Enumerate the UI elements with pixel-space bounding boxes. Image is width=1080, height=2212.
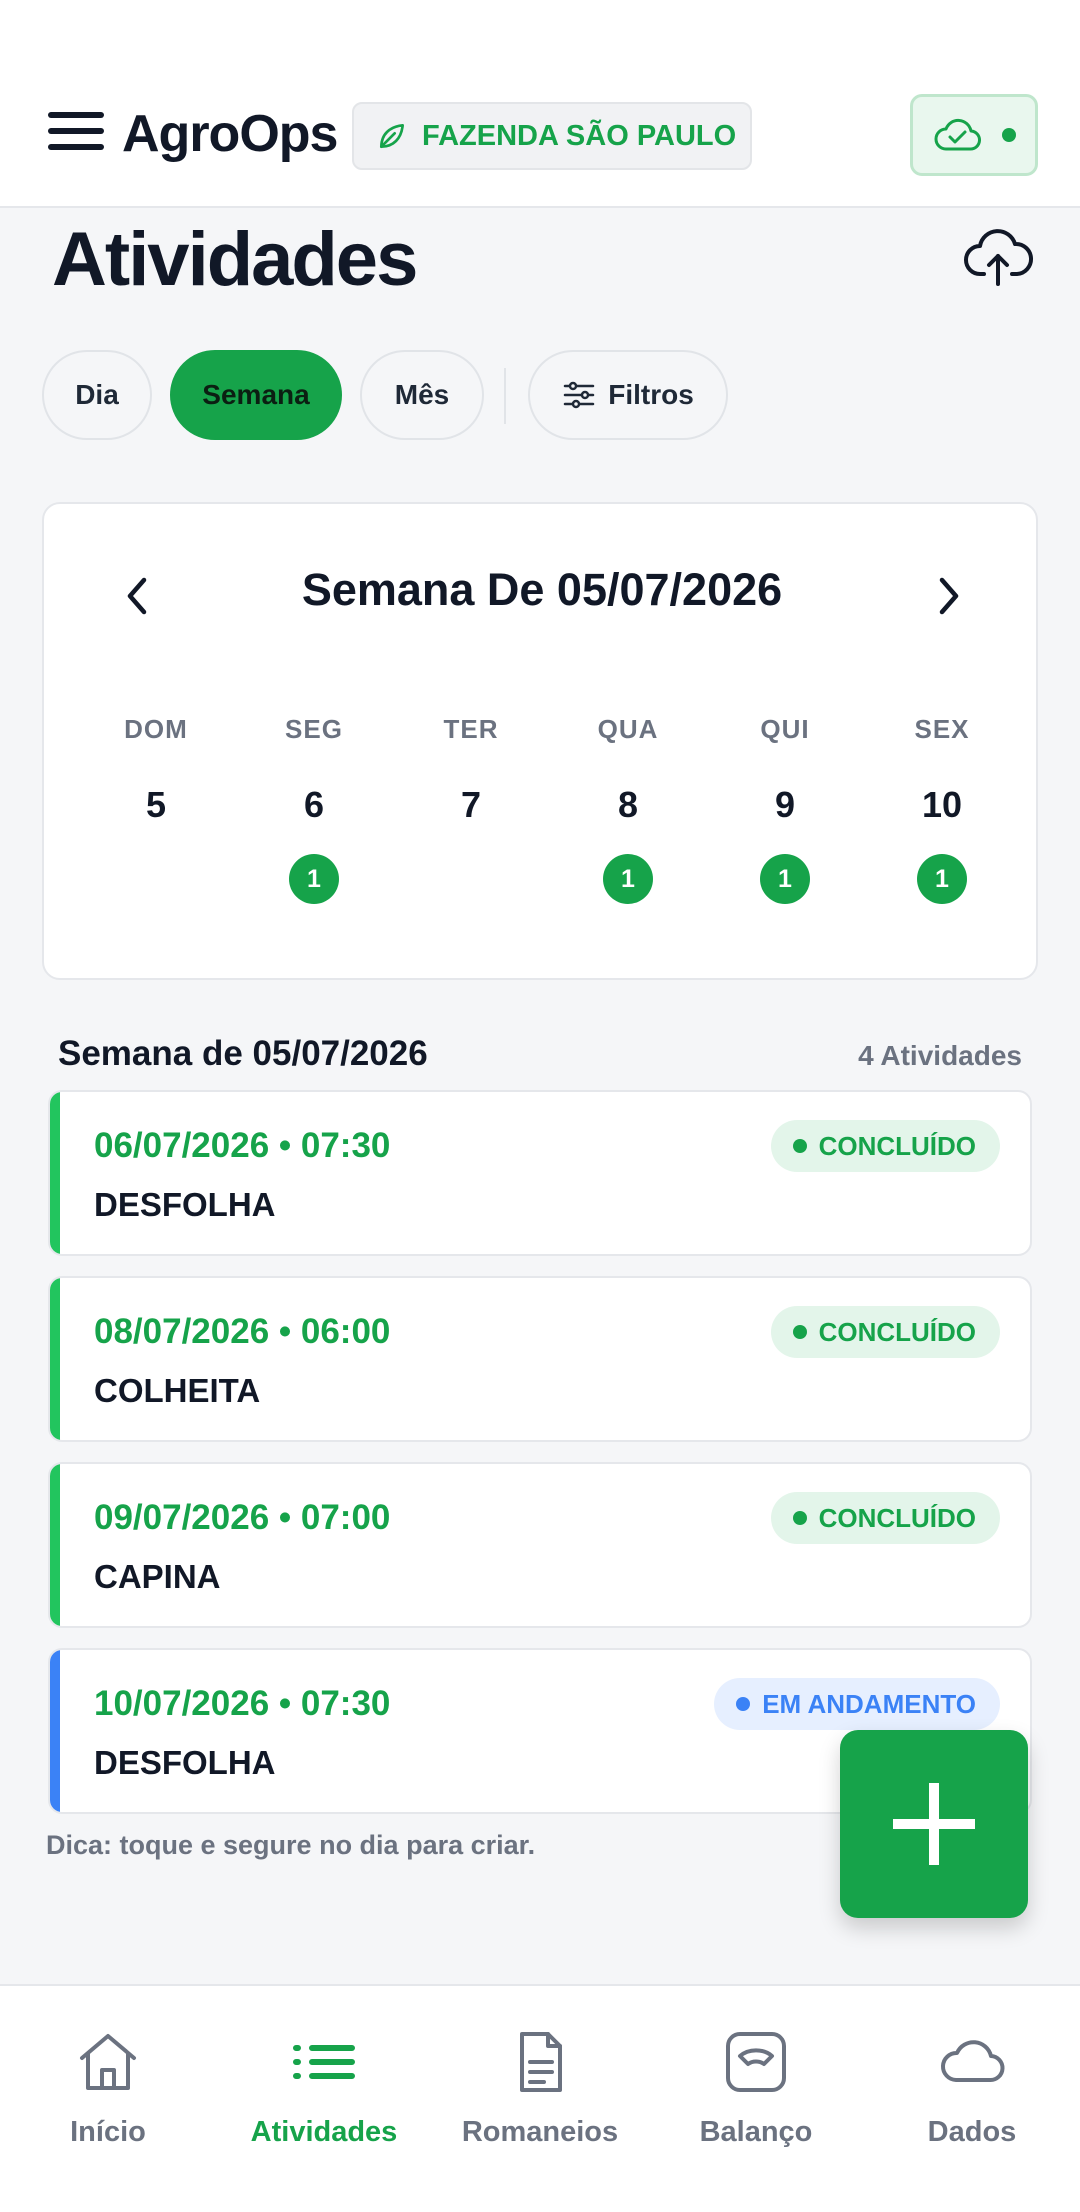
tabs-divider	[504, 368, 506, 424]
activity-name: DESFOLHA	[94, 1186, 276, 1223]
activity-count-badge: 1	[917, 854, 967, 904]
status-dot	[792, 1325, 807, 1339]
status-dot	[736, 1697, 751, 1711]
status-badge: CONCLUÍDO	[770, 1120, 1000, 1172]
chevron-right-icon[interactable]	[926, 570, 970, 622]
cloud-icon	[941, 2040, 1005, 2082]
status-label: CONCLUÍDO	[818, 1502, 976, 1533]
status-dot	[792, 1139, 807, 1153]
activity-count: 4 Atividades	[858, 1040, 1022, 1071]
status-dot	[792, 1511, 807, 1525]
nav-label: Romaneios	[461, 2116, 619, 2148]
nav-label: Balanço	[699, 2116, 813, 2148]
filters-label: Filtros	[608, 379, 694, 410]
day-of-week: QUA	[597, 714, 659, 744]
status-badge: CONCLUÍDO	[770, 1492, 1000, 1544]
home-icon	[80, 2034, 136, 2090]
day-number: 5	[145, 784, 167, 825]
add-activity-button[interactable]	[840, 1730, 1028, 1918]
sliders-icon	[563, 381, 595, 409]
status-bar	[50, 1278, 60, 1440]
nav-label: Início	[70, 2116, 146, 2148]
calendar-day[interactable]: SEX 10 1	[862, 714, 1022, 904]
status-bar	[50, 1092, 60, 1254]
day-of-week: SEG	[285, 714, 343, 744]
activity-name: COLHEITA	[94, 1372, 261, 1409]
activity-card[interactable]: 08/07/2026 • 06:00 COLHEITA CONCLUÍDO	[48, 1276, 1032, 1442]
status-badge: CONCLUÍDO	[770, 1306, 1000, 1358]
calendar-day[interactable]: SEG 6 1	[234, 714, 394, 904]
status-label: CONCLUÍDO	[818, 1130, 976, 1161]
activity-card[interactable]: 06/07/2026 • 07:30 DESFOLHA CONCLUÍDO	[48, 1090, 1032, 1256]
menu-icon[interactable]	[48, 112, 104, 160]
activity-count-badge: 1	[760, 854, 810, 904]
week-calendar: Semana De 05/07/2026 DOM 5 SEG 6 1 TER 7…	[42, 502, 1038, 980]
bottom-nav: Início Atividades Romaneios Balanço Dado…	[0, 1984, 1080, 2212]
tab-label: Dia	[75, 379, 119, 410]
farm-selector[interactable]: FAZENDA SÃO PAULO	[352, 102, 752, 170]
plus-icon	[893, 1783, 975, 1865]
calendar-day[interactable]: TER 7	[391, 714, 551, 834]
day-number: 10	[921, 784, 963, 825]
day-of-week: TER	[443, 714, 499, 744]
list-title: Semana de 05/07/2026	[58, 1034, 428, 1073]
filters-button[interactable]: Filtros	[528, 350, 728, 440]
tab-label: Mês	[394, 379, 450, 410]
tab-mes[interactable]: Mês	[360, 350, 484, 440]
nav-label: Atividades	[250, 2116, 398, 2148]
tab-semana[interactable]: Semana	[170, 350, 342, 440]
cloud-upload-icon[interactable]	[962, 224, 1034, 288]
app-bar: AgroOps FAZENDA SÃO PAULO	[0, 0, 1080, 208]
calendar-day[interactable]: QUA 8 1	[548, 714, 708, 904]
tab-label: Semana	[202, 379, 310, 410]
sync-status-button[interactable]	[910, 94, 1038, 176]
activity-name: CAPINA	[94, 1558, 221, 1595]
nav-label: Dados	[927, 2116, 1017, 2148]
day-of-week: DOM	[124, 714, 188, 744]
activity-datetime: 08/07/2026 • 06:00	[94, 1312, 391, 1351]
calendar-day[interactable]: DOM 5	[76, 714, 236, 834]
day-number: 6	[303, 784, 325, 825]
status-bar	[50, 1464, 60, 1626]
day-number: 7	[460, 784, 482, 825]
day-number: 9	[774, 784, 796, 825]
status-label: CONCLUÍDO	[818, 1316, 976, 1347]
nav-item-inicio[interactable]: Início	[8, 2026, 208, 2149]
status-badge: EM ANDAMENTO	[714, 1678, 1000, 1730]
page-title: Atividades	[52, 217, 418, 302]
leaf-icon	[380, 124, 404, 148]
calendar-title: Semana De 05/07/2026	[301, 564, 783, 615]
scale-icon	[726, 2032, 786, 2092]
list-icon	[293, 2045, 355, 2079]
nav-item-romaneios[interactable]: Romaneios	[440, 2026, 640, 2149]
day-of-week: QUI	[760, 714, 810, 744]
activity-datetime: 06/07/2026 • 07:30	[94, 1126, 391, 1165]
nav-item-balanco[interactable]: Balanço	[656, 2026, 856, 2149]
hint-text: Dica: toque e segure no dia para criar.	[46, 1830, 536, 1860]
activities-screen: AgroOps FAZENDA SÃO PAULO Atividades Dia…	[0, 0, 1080, 2212]
activity-name: DESFOLHA	[94, 1744, 276, 1781]
activity-card[interactable]: 09/07/2026 • 07:00 CAPINA CONCLUÍDO	[48, 1462, 1032, 1628]
activity-datetime: 10/07/2026 • 07:30	[94, 1684, 391, 1723]
nav-item-atividades[interactable]: Atividades	[224, 2026, 424, 2149]
sync-indicator-dot	[1002, 128, 1016, 142]
day-of-week: SEX	[914, 714, 970, 744]
tab-dia[interactable]: Dia	[42, 350, 152, 440]
calendar-day[interactable]: QUI 9 1	[705, 714, 865, 904]
farm-name: FAZENDA SÃO PAULO	[422, 119, 737, 152]
status-label: EM ANDAMENTO	[762, 1688, 976, 1719]
document-icon	[520, 2032, 562, 2092]
app-brand: AgroOps	[122, 105, 338, 163]
cloud-check-icon	[934, 118, 981, 151]
calendar-days: DOM 5 SEG 6 1 TER 7 QUA 8 1 QUI 9 1 SEX …	[96, 714, 1044, 914]
activity-count-badge: 1	[603, 854, 653, 904]
nav-item-dados[interactable]: Dados	[872, 2026, 1072, 2149]
activity-datetime: 09/07/2026 • 07:00	[94, 1498, 391, 1537]
day-number: 8	[617, 784, 639, 825]
activity-count-badge: 1	[289, 854, 339, 904]
status-bar	[50, 1650, 60, 1812]
